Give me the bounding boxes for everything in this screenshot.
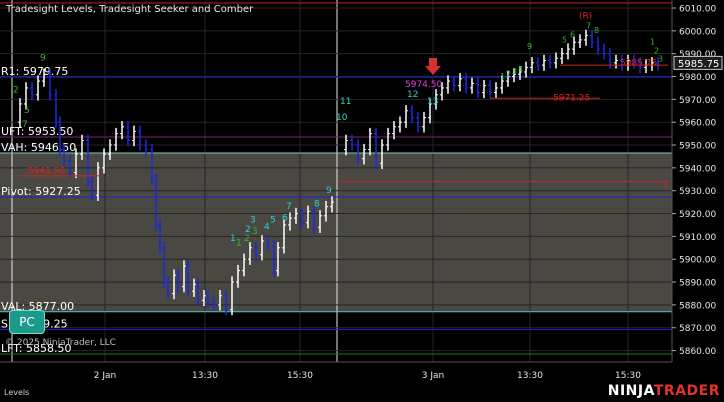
time-tick-label: 2 Jan <box>94 371 116 381</box>
price-tick-label: 6010.00 <box>679 4 716 14</box>
seeker-count-cyan: 6 <box>282 213 288 223</box>
seeker-count-green: 2 <box>13 85 19 95</box>
seeker-count-green: 7 <box>586 22 591 31</box>
seeker-count-green: 5 <box>24 106 30 116</box>
seeker-count-cyan: 7 <box>286 202 292 212</box>
annotation-label: 5941.50 <box>28 167 65 177</box>
price-tick-label: 5980.00 <box>679 73 716 83</box>
time-tick-label: 15:30 <box>615 371 641 381</box>
seeker-count-green: 8 <box>594 26 599 35</box>
price-tick-label: 5910.00 <box>679 233 716 243</box>
seeker-count-green: 7 <box>22 120 28 130</box>
seeker-count-green: 3 <box>512 67 517 76</box>
seeker-count-green: 4 <box>518 65 523 74</box>
seeker-count-green: 2 <box>244 234 250 244</box>
seeker-count-green: 5 <box>562 35 567 44</box>
seeker-count-cyan: 10 <box>336 113 348 123</box>
value-area-band <box>0 153 672 312</box>
sell-arrow-icon <box>425 58 441 75</box>
seeker-count-cyan: 11 <box>340 97 351 107</box>
level-label: UFT: 5953.50 <box>1 125 73 138</box>
seeker-count-green: 1 <box>500 72 505 81</box>
price-tick-label: 5860.00 <box>679 347 716 357</box>
price-tick-label: 5890.00 <box>679 279 716 289</box>
level-label: Pivot: 5927.25 <box>1 185 81 198</box>
seeker-count-cyan: 9 <box>326 186 332 196</box>
price-tick-label: 5960.00 <box>679 119 716 129</box>
seeker-count-green: 2 <box>506 70 511 79</box>
price-tick-label: 5920.00 <box>679 210 716 220</box>
annotation-label: (R) <box>579 11 592 21</box>
seeker-count-cyan: 1 <box>230 234 236 244</box>
seeker-count-green: 9 <box>527 42 532 51</box>
brand-ninja: NINJA <box>607 383 654 399</box>
time-tick-label: 13:30 <box>192 371 218 381</box>
plot-title: Tradesight Levels, Tradesight Seeker and… <box>6 4 254 15</box>
seeker-count-green: 6 <box>570 31 575 40</box>
time-tick-label: 15:30 <box>287 371 313 381</box>
price-tick-label: 5970.00 <box>679 96 716 106</box>
price-tick-label: 5930.00 <box>679 187 716 197</box>
annotation-label: 5971.25 <box>553 93 590 103</box>
price-tick-label: 5900.00 <box>679 256 716 266</box>
time-tick-label: 13:30 <box>517 371 543 381</box>
level-label: R1: 5979.75 <box>1 65 68 78</box>
seeker-count-cyan: 12 <box>407 90 418 100</box>
plot-area: R1: 5979.75 UFT: 5953.50 VAH: 5946.50 Pivot… <box>0 0 723 381</box>
seeker-count-green: 3 <box>252 227 258 237</box>
seeker-count-cyan: 13 <box>427 97 438 107</box>
last-price-label: 5985.75 <box>678 59 719 70</box>
annotation-label: 5985.75 <box>620 59 657 69</box>
annotation-label: ) <box>664 180 668 190</box>
annotation-label: 5974.50 <box>405 80 442 90</box>
copyright-text: © 2025 NinjaTrader, LLC <box>5 338 116 348</box>
seeker-count-green: 3 <box>658 55 663 64</box>
seeker-count-green: 1 <box>236 239 242 249</box>
chart-tab-label[interactable]: Levels <box>4 388 29 397</box>
price-tick-label: 6000.00 <box>679 27 716 37</box>
seeker-count-green: 1 <box>650 38 655 47</box>
price-tick-label: 5950.00 <box>679 142 716 152</box>
level-label: VAH: 5946.50 <box>1 141 76 154</box>
seeker-count-cyan: 5 <box>270 216 276 226</box>
ninjatrader-logo: NINJATRADER <box>608 383 720 399</box>
price-tick-label: 5870.00 <box>679 324 716 334</box>
seeker-count-cyan: 2 <box>245 225 251 235</box>
brand-trader: TRADER <box>653 383 720 399</box>
seeker-count-cyan: 3 <box>250 216 256 226</box>
price-tick-label: 5940.00 <box>679 164 716 174</box>
seeker-count-cyan: 8 <box>314 200 320 210</box>
seeker-count-green: 9 <box>40 54 46 64</box>
price-tick-label: 5880.00 <box>679 301 716 311</box>
time-tick-label: 3 Jan <box>422 371 444 381</box>
pc-button[interactable]: PC <box>9 310 45 334</box>
